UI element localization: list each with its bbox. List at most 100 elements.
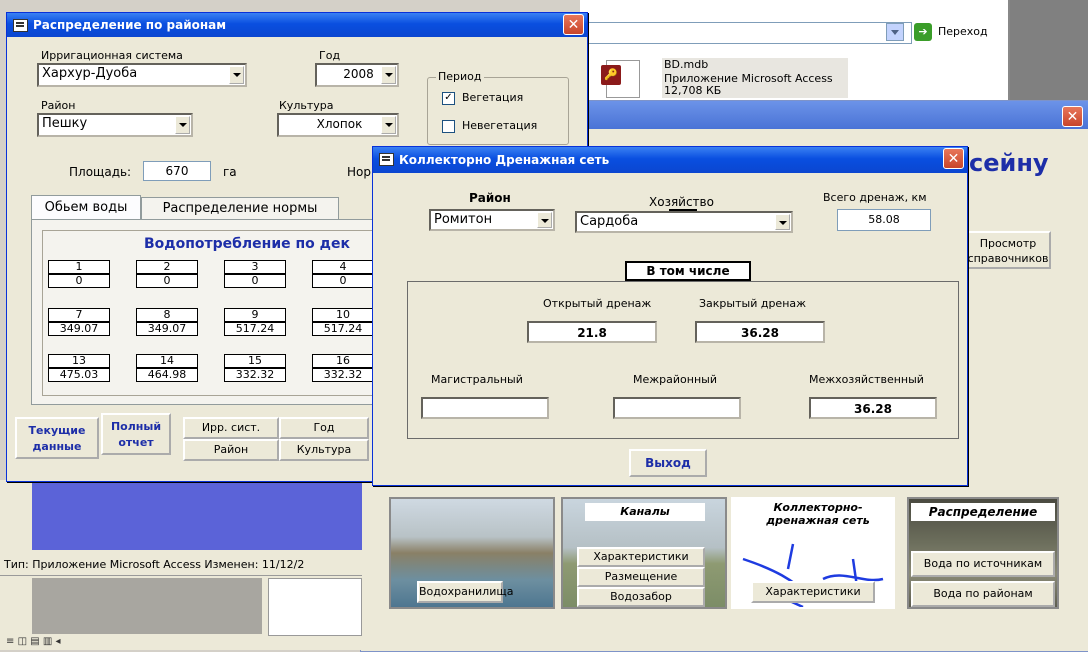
- view-toolbar: ≡ ◫ ▤ ▥ ◂: [6, 636, 116, 650]
- total-drain-label: Всего дренаж, км: [823, 191, 927, 204]
- reservoirs-button[interactable]: Водохранилища: [417, 581, 513, 603]
- total-drain-input[interactable]: 58.08: [837, 209, 931, 231]
- kds-district-dropdown-icon[interactable]: [537, 212, 552, 228]
- distribution-close-button[interactable]: ✕: [563, 14, 584, 35]
- grid-value[interactable]: 464.98: [136, 368, 198, 382]
- grid-head: 4: [312, 260, 374, 274]
- card-drainage: Коллекторно- дренажная сеть Характеристи…: [731, 497, 895, 609]
- irr-system-button[interactable]: Ирр. сист.: [183, 417, 279, 439]
- scroll-left-icon[interactable]: ◂: [56, 636, 61, 647]
- full-report-line2: отчет: [118, 436, 154, 449]
- form-view-icon[interactable]: ▤: [30, 636, 39, 647]
- canals-placement-button[interactable]: Размещение: [577, 567, 705, 587]
- address-bar[interactable]: [580, 22, 912, 44]
- drainage-characteristics-button[interactable]: Характеристики: [751, 581, 875, 603]
- district-button[interactable]: Район: [183, 439, 279, 461]
- tab-norm-distribution-label: Распределение нормы: [162, 201, 318, 216]
- tab-water-volume[interactable]: Обьем воды: [31, 195, 141, 220]
- crop-select[interactable]: Хлопок: [277, 113, 399, 137]
- farm-label: Хозяйство: [649, 195, 714, 209]
- go-label: Переход: [938, 25, 988, 38]
- year-dropdown-icon[interactable]: [381, 66, 396, 84]
- left-explorer-area: Тип: Приложение Microsoft Access Изменен…: [0, 480, 362, 650]
- interdistrict-input[interactable]: [613, 397, 741, 419]
- water-by-source-button[interactable]: Вода по источникам: [911, 551, 1055, 577]
- go-button[interactable]: ➔ Переход: [914, 22, 1004, 42]
- list-view-icon[interactable]: ≡: [6, 636, 14, 647]
- grid-value[interactable]: 332.32: [224, 368, 286, 382]
- grid-value[interactable]: 0: [48, 274, 110, 288]
- access-file-icon[interactable]: 🔑: [601, 60, 640, 98]
- lower-white-panel: [268, 578, 362, 636]
- grid-value[interactable]: 475.03: [48, 368, 110, 382]
- tab-norm-distribution[interactable]: Распределение нормы: [141, 197, 339, 220]
- card-canals: Каналы Характеристики Размещение Водозаб…: [561, 497, 727, 609]
- distribution-titlebar: Распределение по районам: [7, 13, 587, 37]
- grid-head: 10: [312, 308, 374, 322]
- area-unit: га: [223, 165, 237, 179]
- farm-value: Сардоба: [580, 214, 639, 229]
- open-drain-input[interactable]: 21.8: [527, 321, 657, 343]
- canals-title: Каналы: [585, 503, 705, 521]
- vegetation-checkbox[interactable]: ✓: [442, 92, 455, 105]
- exit-button[interactable]: Выход: [629, 449, 707, 477]
- open-drain-label: Открытый дренаж: [543, 297, 652, 310]
- grid-value[interactable]: 349.07: [136, 322, 198, 336]
- water-by-district-button[interactable]: Вода по районам: [911, 581, 1055, 607]
- file-name: BD.mdb: [664, 58, 709, 71]
- crop-button[interactable]: Культура: [279, 439, 369, 461]
- card-reservoirs: Водохранилища: [389, 497, 555, 609]
- closed-drain-input[interactable]: 36.28: [695, 321, 825, 343]
- full-report-line1: Полный: [110, 420, 162, 433]
- irrigation-label: Ирригационная система: [41, 49, 183, 62]
- year-select[interactable]: 2008: [315, 63, 399, 87]
- period-label: Период: [436, 70, 484, 83]
- kds-district-select[interactable]: Ромитон: [429, 209, 555, 231]
- district-dropdown-icon[interactable]: [175, 116, 190, 134]
- switchboard-close-button[interactable]: ✕: [1062, 106, 1083, 127]
- main-canal-input[interactable]: [421, 397, 549, 419]
- year-label: Год: [319, 49, 341, 62]
- year-button[interactable]: Год: [279, 417, 369, 439]
- grid-value[interactable]: 0: [312, 274, 374, 288]
- spravochniki-line2: справочников: [967, 252, 1049, 265]
- card-distribution: Распределение Вода по источникам Вода по…: [907, 497, 1059, 609]
- canals-intake-button[interactable]: Водозабор: [577, 587, 705, 607]
- grid-value[interactable]: 332.32: [312, 368, 374, 382]
- irrigation-select[interactable]: Хархур-Дуоба: [37, 63, 247, 87]
- grid-value[interactable]: 0: [224, 274, 286, 288]
- interfarm-input[interactable]: 36.28: [809, 397, 937, 419]
- crop-dropdown-icon[interactable]: [381, 116, 396, 134]
- full-report-button[interactable]: Полный отчет: [101, 413, 171, 455]
- grid-value[interactable]: 517.24: [224, 322, 286, 336]
- preview-panel: [32, 480, 362, 550]
- file-info-box[interactable]: BD.mdb Приложение Microsoft Access 12,70…: [662, 58, 848, 98]
- tab-water-volume-label: Обьем воды: [44, 200, 128, 215]
- nonvegetation-checkbox[interactable]: [442, 120, 455, 133]
- irrigation-dropdown-icon[interactable]: [229, 66, 244, 84]
- current-data-button[interactable]: Текущие данные: [15, 417, 99, 459]
- file-size: 12,708 КБ: [664, 84, 722, 97]
- lower-gray-panel: [32, 578, 262, 634]
- grid-value[interactable]: 349.07: [48, 322, 110, 336]
- distribution-title: Распределение по районам: [33, 18, 227, 32]
- address-dropdown-arrow[interactable]: [886, 23, 904, 41]
- details-view-icon[interactable]: ◫: [18, 636, 27, 647]
- grid-view-icon[interactable]: ▥: [43, 636, 52, 647]
- period-group: Период ✓ Вегетация Невегетация: [427, 70, 569, 145]
- irrigation-value: Хархур-Дуоба: [42, 66, 138, 81]
- farm-select[interactable]: Сардоба: [575, 211, 793, 233]
- kds-district-label: Район: [469, 191, 511, 205]
- spravochniki-button[interactable]: Просмотр справочников: [965, 231, 1051, 269]
- drainage-close-button[interactable]: ✕: [943, 148, 964, 169]
- canals-characteristics-button[interactable]: Характеристики: [577, 547, 705, 567]
- status-text: Тип: Приложение Microsoft Access Изменен…: [4, 558, 305, 571]
- kds-district-value: Ромитон: [434, 212, 493, 227]
- farm-dropdown-icon[interactable]: [775, 214, 790, 230]
- grid-head: 1: [48, 260, 110, 274]
- grid-value[interactable]: 517.24: [312, 322, 374, 336]
- area-input[interactable]: 670: [143, 161, 211, 181]
- district-select[interactable]: Пешку: [37, 113, 193, 137]
- including-label-box: В том числе: [625, 261, 751, 281]
- grid-value[interactable]: 0: [136, 274, 198, 288]
